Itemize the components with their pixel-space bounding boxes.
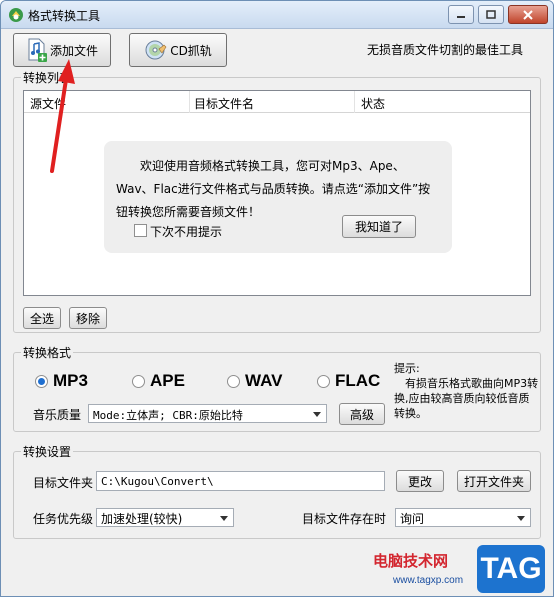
format-option-flac[interactable]: FLAC [317,371,380,391]
tag-logo-badge: TAG [477,545,545,593]
select-all-label: 全选 [29,311,54,326]
dont-show-label[interactable]: 下次不用提示 [150,223,222,240]
open-folder-label: 打开文件夹 [463,474,524,489]
welcome-tip-panel: 欢迎使用音频格式转换工具，您可对Mp3、Ape、Wav、Flac进行文件格式与品… [104,141,452,253]
change-folder-button[interactable]: 更改 [396,470,444,492]
app-tagline: 无损音质文件切割的最佳工具 [367,43,524,57]
cd-rip-label: CD抓轨 [170,43,212,58]
file-exists-label: 目标文件存在时 [302,512,387,526]
add-file-button[interactable]: 添加文件 [13,33,111,67]
maximize-button[interactable] [478,5,504,24]
select-all-button[interactable]: 全选 [23,307,61,329]
column-header-source[interactable]: 源文件 [30,95,66,112]
priority-select[interactable]: 加速处理(较快) [96,508,234,527]
minimize-icon [457,15,465,18]
close-icon [523,9,533,20]
quality-label: 音乐质量 [33,408,82,422]
got-it-label: 我知道了 [354,220,403,234]
app-logo-icon [9,8,23,22]
minimize-button[interactable] [448,5,474,24]
chevron-down-icon [517,516,525,521]
format-label-mp3: MP3 [53,371,88,390]
column-divider[interactable] [189,91,190,113]
add-file-label: 添加文件 [49,43,98,58]
target-folder-input[interactable]: C:\Kugou\Convert\ [96,471,385,491]
got-it-button[interactable]: 我知道了 [342,215,416,238]
format-option-ape[interactable]: APE [132,371,185,391]
remove-label: 移除 [75,311,100,326]
target-folder-label: 目标文件夹 [33,476,94,490]
add-music-file-icon [28,38,47,62]
column-divider[interactable] [354,91,355,113]
file-list-header: 源文件 目标文件名 状态 [24,91,530,113]
radio-mp3[interactable] [35,374,48,388]
radio-flac[interactable] [317,374,330,388]
settings-group-title: 转换设置 [21,443,74,460]
window-title: 格式转换工具 [28,9,101,23]
advanced-button[interactable]: 高级 [339,403,385,425]
chevron-down-icon [313,412,321,417]
hint-text: 有损音乐格式歌曲向MP3转换,应由较高音质向较低音质转换。 [394,377,539,420]
app-window: 格式转换工具 添加文件 CD抓轨 无损音质文件切割的最佳工具 转换列表 源文件 … [0,0,554,597]
format-option-mp3[interactable]: MP3 [35,371,88,391]
cd-rip-button[interactable]: CD抓轨 [129,33,227,67]
format-label-ape: APE [150,371,185,390]
hint-title: 提示: [394,362,420,375]
format-option-wav[interactable]: WAV [227,371,282,391]
priority-label: 任务优先级 [33,512,94,526]
format-hint: 提示: 有损音乐格式歌曲向MP3转换,应由较高音质向较低音质转换。 [394,361,539,421]
priority-value: 加速处理(较快) [101,512,183,526]
file-exists-select[interactable]: 询问 [395,508,531,527]
format-group-title: 转换格式 [21,344,74,361]
chevron-down-icon [220,516,228,521]
radio-wav[interactable] [227,374,240,388]
quality-value: Mode:立体声; CBR:原始比特 [93,409,243,422]
change-folder-label: 更改 [407,474,432,489]
close-button[interactable] [508,5,548,24]
open-folder-button[interactable]: 打开文件夹 [457,470,531,492]
column-header-status[interactable]: 状态 [361,95,385,112]
radio-ape[interactable] [132,374,145,388]
quality-select[interactable]: Mode:立体声; CBR:原始比特 [88,404,327,423]
cd-disc-icon [145,40,167,60]
remove-button[interactable]: 移除 [69,307,107,329]
watermark-site-url: www.tagxp.com [393,575,464,586]
tag-logo-text: TAG [480,552,542,585]
welcome-message: 欢迎使用音频格式转换工具，您可对Mp3、Ape、Wav、Flac进行文件格式与品… [116,159,431,219]
title-bar[interactable]: 格式转换工具 [1,1,553,29]
format-label-wav: WAV [245,371,283,390]
watermark-site-name: 电脑技术网 [373,552,449,570]
maximize-icon [486,10,496,19]
format-label-flac: FLAC [335,371,381,390]
dont-show-checkbox[interactable] [134,224,147,237]
convert-list-title: 转换列表 [21,69,74,86]
target-folder-value: C:\Kugou\Convert\ [101,475,214,488]
file-exists-value: 询问 [400,512,425,526]
column-header-target[interactable]: 目标文件名 [194,95,254,112]
advanced-label: 高级 [349,407,374,422]
